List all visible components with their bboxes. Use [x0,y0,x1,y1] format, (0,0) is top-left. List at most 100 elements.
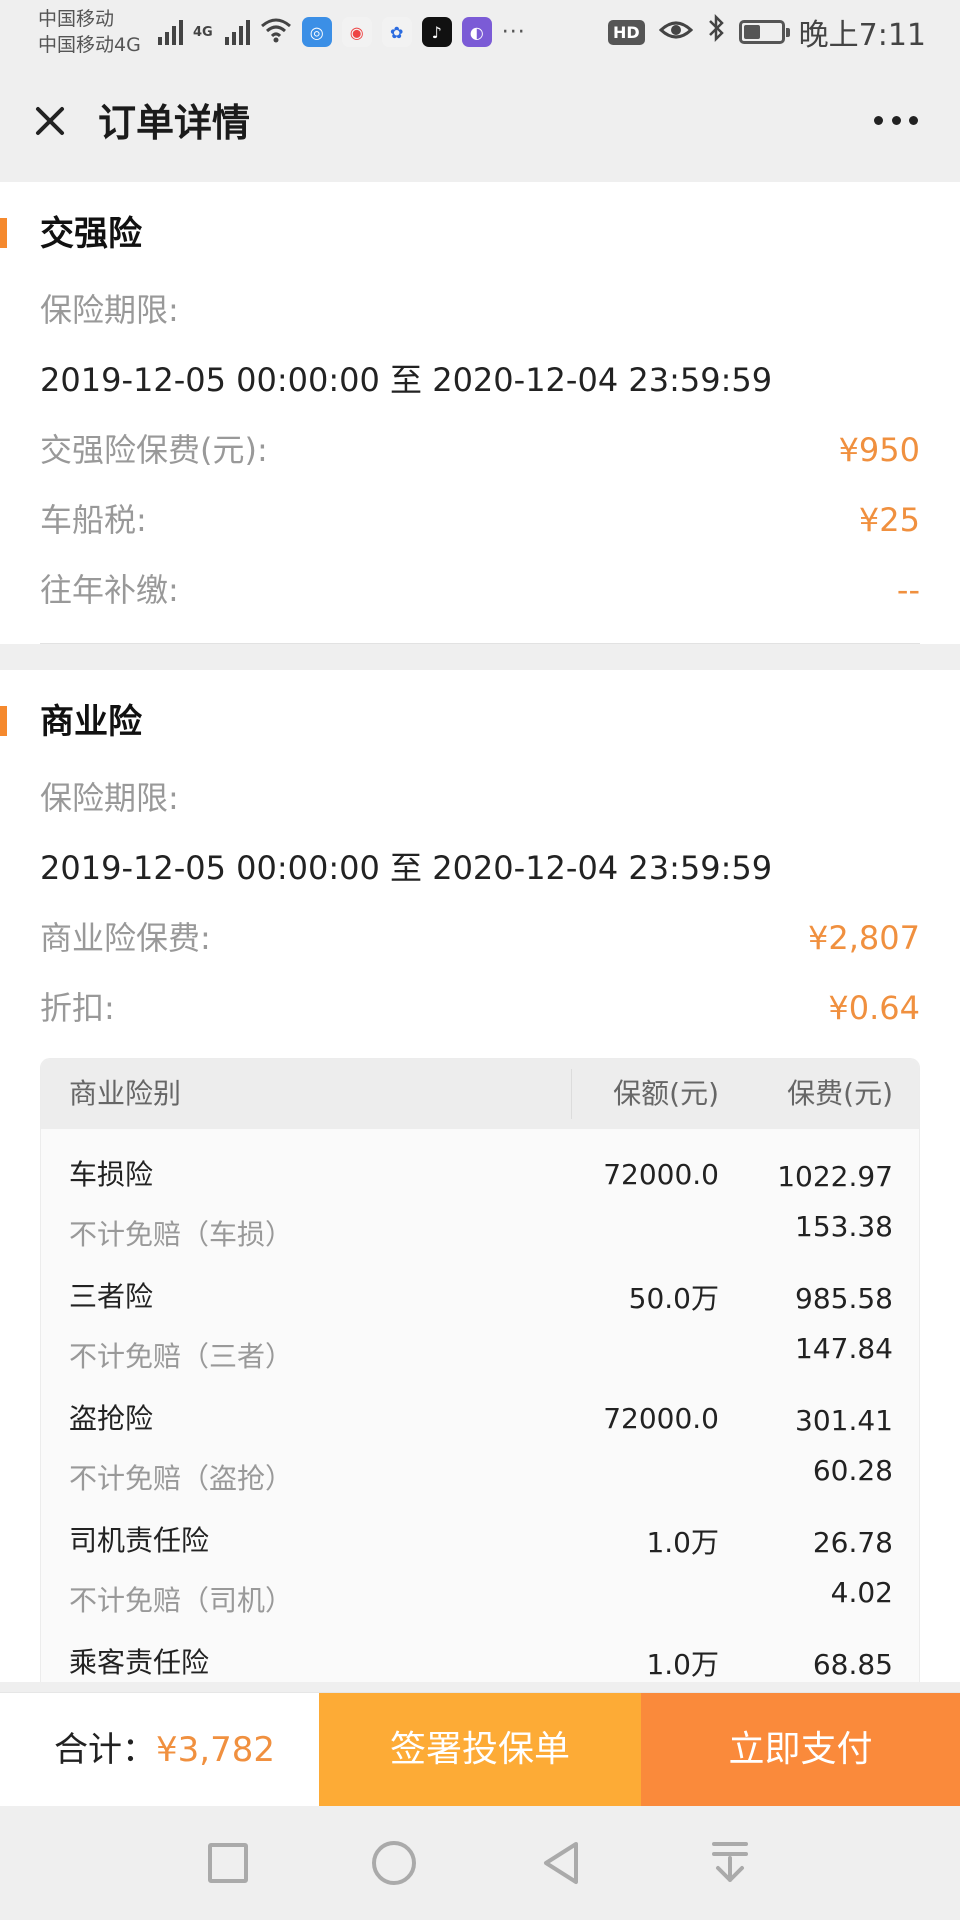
wifi-icon [260,17,292,47]
column-separator [571,1069,572,1119]
discount-row: 折扣: ¥0.64 [40,986,920,1030]
coverage-name: 不计免赔（三者） [69,1340,294,1373]
coverage-name: 盗抢险 [69,1402,154,1435]
coverage-amount: 72000.0 [603,1158,719,1191]
order-total: 合计：¥3,782 [54,1693,275,1807]
page-title: 订单详情 [98,101,251,145]
table-row: 不计免赔（盗抢） 60.28 [41,1449,919,1495]
coverage-name: 不计免赔（司机） [69,1584,294,1617]
coverage-name: 车损险 [69,1158,154,1191]
status-bar: 中国移动 中国移动4G 4G ◎ ◉ ✿ ♪ ◐ ··· HD 晚上7:11 [0,0,960,64]
carrier-info: 中国移动 中国移动4G [38,6,141,58]
pay-now-button[interactable]: 立即支付 [641,1693,960,1807]
status-icons-left: 4G ◎ ◉ ✿ ♪ ◐ ··· [158,14,526,50]
app-notification-icon: ◉ [341,17,372,47]
coverage-premium: 4.02 [830,1576,893,1609]
close-icon[interactable] [28,100,70,142]
table-row: 不计免赔（三者） 147.84 [41,1327,919,1373]
baidu-paw-icon: ✿ [381,17,412,47]
coverage-name: 乘客责任险 [69,1646,210,1679]
notification-pulldown-icon[interactable] [710,1840,750,1886]
commercial-insurance-section: 商业险 保险期限: 2019-12-05 00:00:00 至 2020-12-… [0,670,960,1682]
table-row: 乘客责任险 1.0万 68.85 [41,1641,919,1682]
more-options-icon[interactable] [874,116,918,128]
more-notifications-icon: ··· [501,19,526,45]
coverage-name: 不计免赔（盗抢） [69,1462,294,1495]
insurance-period: 2019-12-05 00:00:00 至 2020-12-04 23:59:5… [40,849,773,887]
compulsory-insurance-section: 交强险 保险期限: 2019-12-05 00:00:00 至 2020-12-… [0,182,960,644]
coverage-premium: 147.84 [795,1332,893,1365]
coverage-name: 司机责任险 [69,1524,210,1557]
period-label-row: 保险期限: [40,288,920,332]
coverage-premium: 985.58 [795,1282,893,1315]
row-label: 交强险保费(元): [40,431,268,469]
total-label: 合计： [54,1730,156,1770]
clock: 晚上7:11 [798,18,926,53]
carrier-line-2: 中国移动4G [38,34,141,56]
system-navigation-bar [0,1806,960,1920]
battery-level [743,25,760,39]
row-value: ¥950 [838,431,920,469]
column-header-amount: 保额(元) [613,1077,719,1110]
signal-icon [158,19,183,45]
section-accent-bar [0,218,7,248]
period-label-row: 保险期限: [40,776,920,820]
home-icon[interactable] [372,1841,416,1885]
table-row: 不计免赔（司机） 4.02 [41,1571,919,1617]
coverage-name: 三者险 [69,1280,154,1313]
table-header: 商业险别 保额(元) 保费(元) [41,1059,919,1129]
table-row: 车损险 72000.0 1022.97 [41,1153,919,1197]
vehicle-tax-row: 车船税: ¥25 [40,498,920,542]
table-row: 不计免赔（车损） 153.38 [41,1205,919,1251]
row-label: 商业险保费: [40,919,211,957]
coverage-amount: 72000.0 [603,1402,719,1435]
section-title: 商业险 [40,702,142,742]
order-action-bar: 合计：¥3,782 签署投保单 立即支付 [0,1692,960,1807]
table-row: 盗抢险 72000.0 301.41 [41,1397,919,1441]
status-icons-right: HD 晚上7:11 [607,10,926,54]
app-notification-icon: ◎ [301,17,332,47]
row-value: -- [896,571,920,609]
period-label: 保险期限: [40,291,179,329]
row-label: 往年补缴: [40,571,179,609]
tiktok-icon: ♪ [421,17,452,47]
bluetooth-icon [707,13,725,51]
coverage-premium: 1022.97 [777,1160,893,1193]
coverage-name: 不计免赔（车损） [69,1218,294,1251]
coverage-premium: 68.85 [812,1648,893,1681]
recent-apps-icon[interactable] [208,1843,248,1883]
row-value: ¥2,807 [808,919,920,957]
row-value: ¥25 [858,501,920,539]
row-label: 折扣: [40,989,115,1027]
row-label: 车船税: [40,501,147,539]
coverage-premium: 301.41 [795,1404,893,1437]
divider [40,643,920,644]
coverage-table: 商业险别 保额(元) 保费(元) 车损险 72000.0 1022.97 不计免… [40,1058,920,1682]
back-icon[interactable] [540,1840,584,1886]
premium-row: 交强险保费(元): ¥950 [40,428,920,472]
signal-icon-2 [224,19,250,45]
coverage-amount: 1.0万 [646,1526,719,1559]
coverage-amount: 50.0万 [628,1282,719,1315]
network-4g-icon: 4G [193,24,213,40]
coverage-premium: 26.78 [812,1526,893,1559]
table-row: 三者险 50.0万 985.58 [41,1275,919,1319]
section-accent-bar [0,706,7,736]
coverage-amount: 1.0万 [646,1648,719,1681]
total-value: ¥3,782 [156,1730,275,1770]
table-row: 司机责任险 1.0万 26.78 [41,1519,919,1563]
app-notification-icon: ◐ [461,17,492,47]
column-header-type: 商业险别 [69,1077,182,1110]
hd-icon: HD [607,19,645,45]
column-header-premium: 保费(元) [787,1077,893,1110]
coverage-premium: 153.38 [795,1210,893,1243]
section-title: 交强险 [40,214,142,254]
battery-icon [738,20,790,44]
eye-comfort-icon [658,15,693,50]
title-bar: 订单详情 [0,64,960,182]
carrier-line-1: 中国移动 [38,8,115,30]
row-value: ¥0.64 [828,989,920,1027]
sign-proposal-button[interactable]: 签署投保单 [319,1693,641,1807]
back-payment-row: 往年补缴: -- [40,568,920,612]
coverage-premium: 60.28 [812,1454,893,1487]
